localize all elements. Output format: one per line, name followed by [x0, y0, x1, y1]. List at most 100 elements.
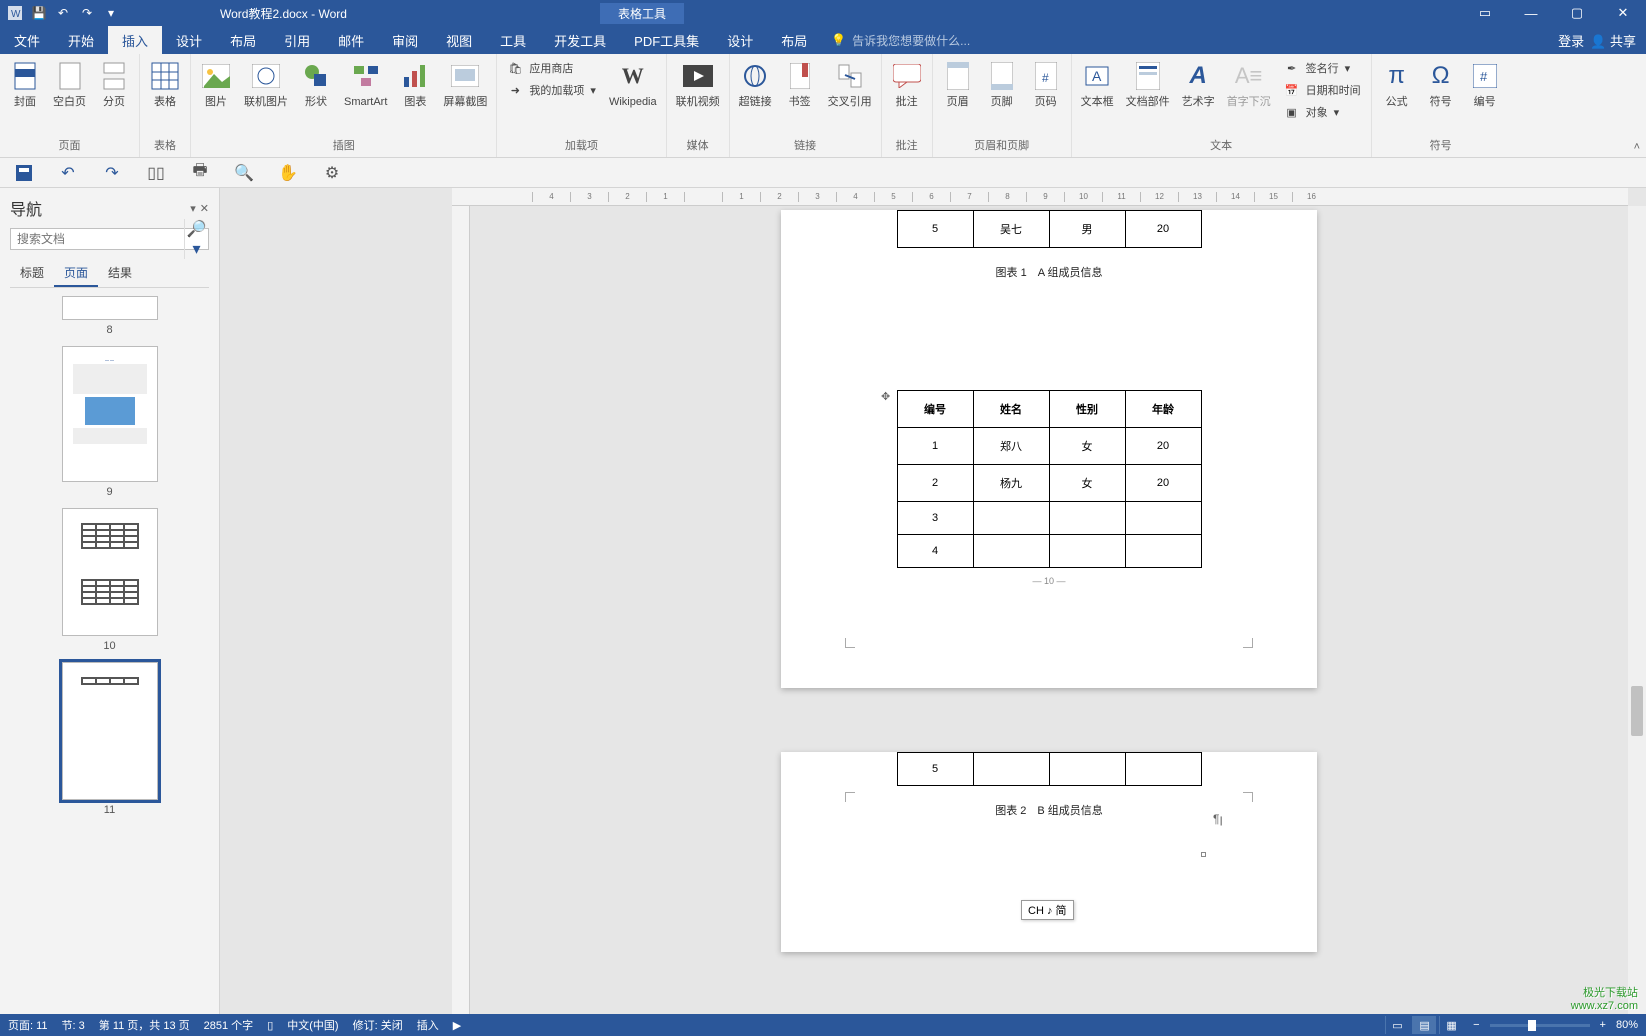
tab-pdf[interactable]: PDF工具集 [620, 26, 713, 54]
number-button[interactable]: #编号 [1466, 58, 1504, 110]
page-number-button[interactable]: #页码 [1027, 58, 1065, 110]
bookmark-button[interactable]: 书签 [781, 58, 819, 110]
zoom-in-icon[interactable]: + [1600, 1019, 1606, 1031]
document-page-10[interactable]: 5吴七男20 图表 1 A 组成员信息 ✥ 编号 姓名 性别 年龄 1郑八女20… [781, 210, 1317, 688]
date-time-button[interactable]: 📅日期和时间 [1280, 80, 1365, 100]
status-track-changes[interactable]: 修订: 关闭 [353, 1017, 403, 1033]
scrollbar-thumb[interactable] [1631, 686, 1643, 736]
shapes-button[interactable]: 形状 [297, 58, 335, 110]
smartart-button[interactable]: SmartArt [341, 58, 390, 110]
online-video-button[interactable]: 联机视频 [673, 58, 723, 110]
status-page-of[interactable]: 第 11 页，共 13 页 [99, 1017, 190, 1033]
tab-tools[interactable]: 工具 [486, 26, 540, 54]
tab-mailings[interactable]: 邮件 [324, 26, 378, 54]
qat2-options-icon[interactable]: ⚙ [322, 163, 342, 183]
page-break-button[interactable]: 分页 [95, 58, 133, 110]
my-addins-button[interactable]: ➜我的加载项 ▾ [503, 80, 600, 100]
table-button[interactable]: 表格 [146, 58, 184, 110]
qat2-hand-icon[interactable]: ✋ [278, 163, 298, 183]
cover-page-button[interactable]: 封面 [6, 58, 44, 110]
tab-devtools[interactable]: 开发工具 [540, 26, 620, 54]
nav-search[interactable]: 🔎▾ [10, 228, 209, 250]
blank-page-button[interactable]: 空白页 [50, 58, 89, 110]
table-b-continued[interactable]: 5 [897, 752, 1202, 786]
qat-undo-icon[interactable]: ↶ [56, 6, 70, 20]
table-move-handle-icon[interactable]: ✥ [881, 390, 890, 403]
nav-close-icon[interactable]: ✕ [200, 202, 209, 215]
quick-parts-button[interactable]: 文档部件 [1123, 58, 1173, 110]
zoom-level[interactable]: 80% [1616, 1019, 1638, 1031]
share-button[interactable]: 👤 共享 [1590, 31, 1636, 50]
tab-home[interactable]: 开始 [54, 26, 108, 54]
qat2-redo-icon[interactable]: ↷ [102, 163, 122, 183]
nav-search-input[interactable] [11, 232, 184, 246]
footer-button[interactable]: 页脚 [983, 58, 1021, 110]
status-section[interactable]: 节: 3 [62, 1017, 85, 1033]
tell-me-search[interactable]: 💡 告诉我您想要做什么... [831, 26, 970, 54]
status-language[interactable]: 中文(中国) [287, 1017, 338, 1033]
tab-layout[interactable]: 布局 [216, 26, 270, 54]
drop-cap-button[interactable]: A≡首字下沉 [1224, 58, 1274, 110]
signature-line-button[interactable]: ✒签名行 ▾ [1280, 58, 1365, 78]
equation-button[interactable]: π公式 [1378, 58, 1416, 110]
web-layout-icon[interactable]: ▦ [1439, 1016, 1463, 1034]
nav-tab-headings[interactable]: 标题 [10, 260, 54, 287]
cross-reference-button[interactable]: 交叉引用 [825, 58, 875, 110]
read-mode-icon[interactable]: ▭ [1385, 1016, 1409, 1034]
qat-dropdown-icon[interactable]: ▾ [104, 6, 118, 20]
table-resize-handle-icon[interactable] [1201, 852, 1206, 857]
screenshot-button[interactable]: 屏幕截图 [440, 58, 490, 110]
qat2-find-icon[interactable]: 🔍 [234, 163, 254, 183]
status-spellcheck-icon[interactable]: ▯ [267, 1019, 273, 1032]
status-macro-icon[interactable]: ▶ [453, 1019, 461, 1032]
ribbon-display-options-icon[interactable]: ▭ [1462, 0, 1508, 26]
nav-dropdown-icon[interactable]: ▾ [190, 202, 196, 215]
office-store-button[interactable]: 🛍应用商店 [503, 58, 600, 78]
page-thumb-10[interactable] [62, 508, 158, 636]
hyperlink-button[interactable]: 超链接 [736, 58, 775, 110]
status-page[interactable]: 页面: 11 [8, 1017, 48, 1033]
collapse-ribbon-icon[interactable]: ˄ [1634, 141, 1640, 153]
qat-redo-icon[interactable]: ↷ [80, 6, 94, 20]
tab-table-design[interactable]: 设计 [713, 26, 767, 54]
document-page-11[interactable]: 5 ¶ꞁ 图表 2 B 组成员信息 CH ♪ 简 [781, 752, 1317, 952]
symbol-button[interactable]: Ω符号 [1422, 58, 1460, 110]
qat-save-icon[interactable]: 💾 [32, 6, 46, 20]
textbox-button[interactable]: A文本框 [1078, 58, 1117, 110]
page-thumb-11[interactable] [62, 662, 158, 800]
minimize-icon[interactable]: — [1508, 0, 1554, 26]
tab-view[interactable]: 视图 [432, 26, 486, 54]
vertical-scrollbar[interactable] [1628, 206, 1646, 1014]
wikipedia-button[interactable]: WWikipedia [606, 58, 660, 110]
pictures-button[interactable]: 图片 [197, 58, 235, 110]
qat2-save-icon[interactable] [14, 163, 34, 183]
online-pictures-button[interactable]: 联机图片 [241, 58, 291, 110]
maximize-icon[interactable]: ▢ [1554, 0, 1600, 26]
qat2-print-icon[interactable]: 🖶 [190, 163, 210, 183]
comment-button[interactable]: 批注 [888, 58, 926, 110]
table-b[interactable]: 编号 姓名 性别 年龄 1郑八女20 2杨九女20 3 4 [897, 390, 1202, 568]
print-layout-icon[interactable]: ▤ [1412, 1016, 1436, 1034]
tab-table-layout[interactable]: 布局 [767, 26, 821, 54]
search-icon[interactable]: 🔎▾ [184, 219, 208, 259]
tab-insert[interactable]: 插入 [108, 26, 162, 54]
qat2-layout-icon[interactable]: ▯▯ [146, 163, 166, 183]
header-button[interactable]: 页眉 [939, 58, 977, 110]
tab-review[interactable]: 审阅 [378, 26, 432, 54]
chart-button[interactable]: 图表 [396, 58, 434, 110]
status-word-count[interactable]: 2851 个字 [204, 1017, 254, 1033]
horizontal-ruler[interactable]: 432112345678910111213141516 [452, 188, 1628, 206]
tab-design[interactable]: 设计 [162, 26, 216, 54]
nav-tab-pages[interactable]: 页面 [54, 260, 98, 287]
tab-file[interactable]: 文件 [0, 26, 54, 54]
status-insert-mode[interactable]: 插入 [417, 1017, 439, 1033]
page-thumb-9[interactable]: — — [62, 346, 158, 482]
zoom-slider[interactable] [1490, 1024, 1590, 1027]
object-button[interactable]: ▣对象 ▾ [1280, 102, 1365, 122]
nav-tab-results[interactable]: 结果 [98, 260, 142, 287]
qat2-undo-icon[interactable]: ↶ [58, 163, 78, 183]
tab-references[interactable]: 引用 [270, 26, 324, 54]
wordart-button[interactable]: A艺术字 [1179, 58, 1218, 110]
table-a-last-row[interactable]: 5吴七男20 [897, 210, 1202, 248]
login-button[interactable]: 登录 [1558, 31, 1584, 50]
